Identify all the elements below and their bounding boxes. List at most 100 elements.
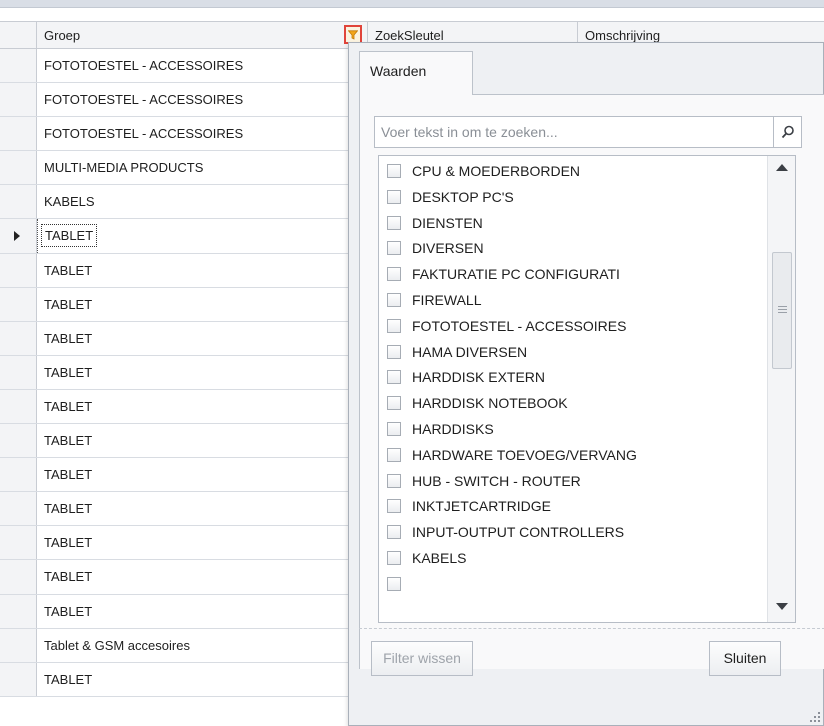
groep-cell[interactable]: FOTOTOESTEL - ACCESSOIRES	[37, 49, 368, 83]
checkbox[interactable]	[387, 525, 401, 540]
checkbox[interactable]	[387, 551, 401, 565]
cell-text: TABLET	[44, 364, 93, 380]
column-header-label: ZoekSleutel	[375, 28, 444, 43]
resize-grip-icon[interactable]	[810, 712, 820, 722]
row-indicator[interactable]	[0, 219, 37, 253]
row-indicator[interactable]	[0, 424, 37, 458]
list-item-label: FAKTURATIE PC CONFIGURATI	[412, 266, 620, 283]
groep-cell[interactable]: TABLET	[37, 253, 368, 287]
list-item[interactable]: HARDDISK NOTEBOOK	[379, 392, 767, 417]
row-indicator[interactable]	[0, 287, 37, 321]
list-item[interactable]: DESKTOP PC'S	[379, 186, 767, 211]
search-button[interactable]	[773, 117, 801, 147]
column-header-groep[interactable]: Groep	[37, 22, 368, 49]
row-indicator[interactable]	[0, 662, 37, 696]
row-indicator[interactable]	[0, 117, 37, 151]
groep-cell[interactable]: Tablet & GSM accesoires	[37, 628, 368, 662]
vertical-scrollbar[interactable]	[767, 156, 795, 622]
list-item[interactable]: KABELS	[379, 547, 767, 572]
list-item[interactable]: INKTJETCARTRIDGE	[379, 495, 767, 520]
list-item[interactable]: DIVERSEN	[379, 237, 767, 262]
row-indicator[interactable]	[0, 628, 37, 662]
groep-cell[interactable]: TABLET	[37, 424, 368, 458]
groep-cell[interactable]: TABLET	[37, 560, 368, 594]
tab-waarden[interactable]: Waarden	[359, 51, 473, 95]
groep-cell[interactable]: TABLET	[37, 594, 368, 628]
groep-cell[interactable]: TABLET	[37, 662, 368, 696]
row-indicator[interactable]	[0, 83, 37, 117]
groep-cell[interactable]: TABLET	[37, 287, 368, 321]
list-item-label: INPUT-OUTPUT CONTROLLERS	[412, 524, 625, 541]
groep-cell[interactable]: TABLET	[37, 355, 368, 389]
checkbox[interactable]	[387, 189, 401, 204]
list-item-partial[interactable]	[379, 573, 767, 598]
checkbox[interactable]	[387, 499, 401, 514]
list-item[interactable]: HARDWARE TOEVOEG/VERVANG	[379, 444, 767, 469]
list-item-label: DIENSTEN	[412, 214, 483, 231]
checkbox[interactable]	[387, 267, 401, 282]
cell-text: KABELS	[44, 194, 95, 210]
list-item[interactable]: FAKTURATIE PC CONFIGURATI	[379, 263, 767, 288]
checkbox[interactable]	[387, 344, 401, 359]
row-indicator[interactable]	[0, 560, 37, 594]
row-indicator[interactable]	[0, 526, 37, 560]
checkbox[interactable]	[387, 164, 401, 178]
clear-filter-button[interactable]: Filter wissen	[371, 641, 473, 676]
values-checklist: CPU & MOEDERBORDEN DESKTOP PC'S DIENSTEN DI…	[378, 155, 796, 623]
groep-cell[interactable]: FOTOTOESTEL - ACCESSOIRES	[37, 83, 368, 117]
checkbox[interactable]	[387, 370, 401, 385]
list-item[interactable]: FOTOTOESTEL - ACCESSOIRES	[379, 315, 767, 340]
checkbox[interactable]	[387, 473, 401, 488]
groep-cell[interactable]: KABELS	[37, 185, 368, 219]
row-indicator[interactable]	[0, 321, 37, 355]
list-item[interactable]: FIREWALL	[379, 289, 767, 314]
groep-cell[interactable]: FOTOTOESTEL - ACCESSOIRES	[37, 117, 368, 151]
row-indicator[interactable]	[0, 458, 37, 492]
row-indicator[interactable]	[0, 49, 37, 83]
list-item[interactable]: HARDDISKS	[379, 418, 767, 443]
row-indicator[interactable]	[0, 185, 37, 219]
checkbox[interactable]	[387, 215, 401, 230]
checkbox[interactable]	[387, 576, 401, 591]
list-item-label: HARDDISK NOTEBOOK	[412, 395, 568, 412]
row-indicator[interactable]	[0, 253, 37, 287]
groep-cell[interactable]: TABLET	[37, 219, 368, 253]
cell-text: TABLET	[44, 398, 93, 414]
close-button[interactable]: Sluiten	[709, 641, 781, 676]
panel-splitter[interactable]	[359, 628, 824, 629]
list-item-label: DESKTOP PC'S	[412, 188, 514, 205]
checkbox[interactable]	[387, 422, 401, 436]
row-indicator[interactable]	[0, 355, 37, 389]
column-header-label: Groep	[44, 28, 81, 43]
cell-text: FOTOTOESTEL - ACCESSOIRES	[44, 126, 244, 142]
groep-cell[interactable]: TABLET	[37, 321, 368, 355]
scroll-thumb[interactable]	[772, 252, 792, 369]
row-indicator[interactable]	[0, 594, 37, 628]
checkbox[interactable]	[387, 447, 401, 462]
cell-text: TABLET	[44, 467, 93, 483]
list-item[interactable]: HUB - SWITCH - ROUTER	[379, 470, 767, 495]
list-item-label: CPU & MOEDERBORDEN	[412, 163, 581, 179]
checkbox[interactable]	[387, 293, 401, 307]
list-item[interactable]: DIENSTEN	[379, 212, 767, 237]
checkbox[interactable]	[387, 318, 401, 333]
groep-cell[interactable]: TABLET	[37, 492, 368, 526]
row-indicator[interactable]	[0, 492, 37, 526]
checkbox[interactable]	[387, 396, 401, 411]
groep-cell[interactable]: MULTI-MEDIA PRODUCTS	[37, 151, 368, 185]
cell-text: Tablet & GSM accesoires	[44, 637, 190, 653]
row-indicator[interactable]	[0, 151, 37, 185]
scroll-down-arrow-icon[interactable]	[776, 603, 788, 610]
current-row-arrow-icon	[14, 231, 20, 242]
groep-cell[interactable]: TABLET	[37, 526, 368, 560]
groep-cell[interactable]: TABLET	[37, 458, 368, 492]
groep-cell[interactable]: TABLET	[37, 389, 368, 424]
list-item[interactable]: HARDDISK EXTERN	[379, 366, 767, 391]
search-input[interactable]	[375, 117, 770, 147]
scroll-up-arrow-icon[interactable]	[776, 164, 788, 171]
list-item[interactable]: CPU & MOEDERBORDEN	[379, 160, 767, 185]
row-indicator[interactable]	[0, 389, 37, 424]
checkbox[interactable]	[387, 241, 401, 256]
list-item[interactable]: INPUT-OUTPUT CONTROLLERS	[379, 521, 767, 546]
list-item[interactable]: HAMA DIVERSEN	[379, 341, 767, 366]
